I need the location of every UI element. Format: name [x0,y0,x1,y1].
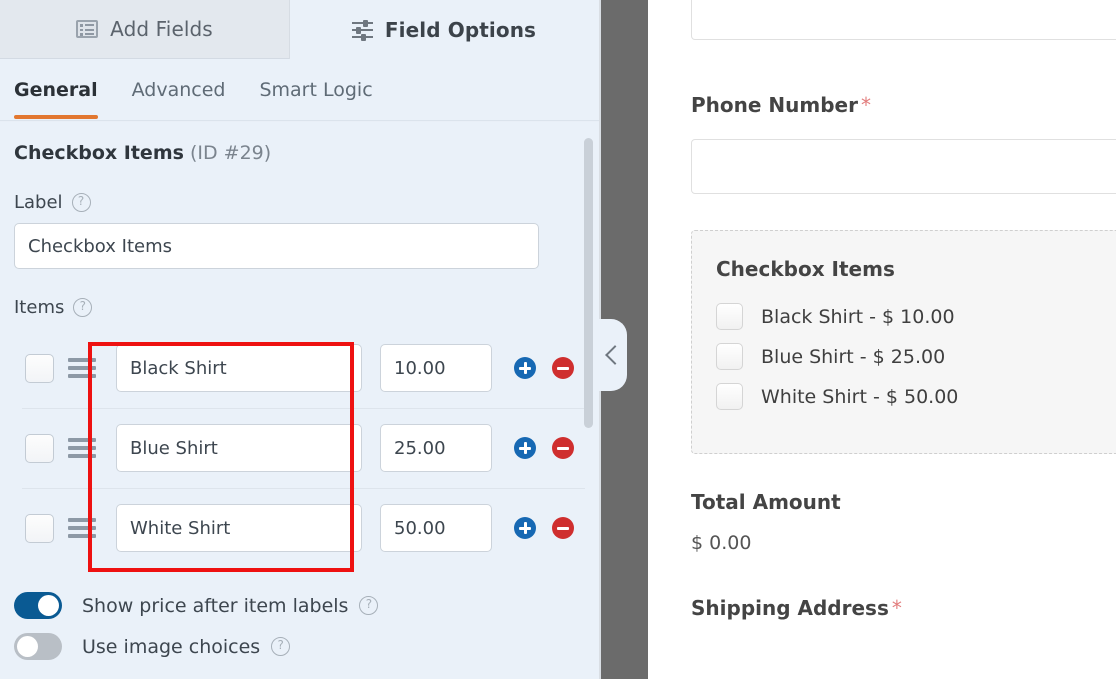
choice-default-checkbox[interactable] [25,354,54,383]
preview-choice-label: Blue Shirt - $ 25.00 [761,346,945,368]
image-choices-label-wrap: Use image choices ? [82,636,290,658]
show-price-label: Show price after item labels [82,595,348,617]
remove-choice-button[interactable] [552,437,574,459]
field-heading: Checkbox Items (ID #29) [14,142,583,164]
choice-label-input[interactable] [116,504,362,552]
preview-phone-label: Phone Number* [691,93,1116,117]
panel-scrollbar-thumb[interactable] [584,138,593,428]
preview-choice-item[interactable]: Blue Shirt - $ 25.00 [716,343,1116,370]
form-preview-inner: Phone Number* Checkbox Items Black Shirt… [648,0,1116,620]
sliders-icon [352,20,373,39]
choices-list [14,328,583,568]
choice-price-input[interactable] [380,344,492,392]
drag-handle-icon[interactable] [68,438,96,458]
list-icon [76,20,98,38]
form-builder-screen: Add Fields Field Options General Advance… [0,0,1116,679]
panel-tab-bar: Add Fields Field Options [0,0,599,59]
field-options-panel: Add Fields Field Options General Advance… [0,0,599,679]
choice-row [14,328,583,408]
required-asterisk: * [892,596,902,620]
label-option-text: Label [14,192,63,213]
preview-phone-label-text: Phone Number [691,93,858,117]
preview-shipping-label: Shipping Address* [691,596,1116,620]
preview-choice-label: White Shirt - $ 50.00 [761,386,958,408]
choice-label-input[interactable] [116,344,362,392]
collapse-panel-button[interactable] [599,319,627,391]
choice-default-checkbox[interactable] [25,514,54,543]
help-icon-label[interactable]: ? [72,193,91,212]
field-heading-name: Checkbox Items [14,142,184,164]
preview-choice-item[interactable]: White Shirt - $ 50.00 [716,383,1116,410]
help-icon-image-choices[interactable]: ? [271,637,290,656]
preview-field-above-input[interactable] [691,0,1116,40]
field-heading-id: (ID #29) [190,142,271,164]
choice-default-checkbox[interactable] [25,434,54,463]
preview-choice-label: Black Shirt - $ 10.00 [761,306,955,328]
toggle-row-show-price: Show price after item labels ? [14,592,583,619]
add-choice-button[interactable] [514,517,536,539]
sub-tab-bar: General Advanced Smart Logic [0,59,599,121]
drag-handle-icon[interactable] [68,518,96,538]
tab-add-fields-label: Add Fields [110,17,213,41]
choice-row [14,488,583,568]
items-option-text: Items [14,297,64,318]
image-choices-toggle[interactable] [14,633,62,660]
field-options-body: Checkbox Items (ID #29) Label ? Items ? [0,122,599,679]
panel-scrollbar[interactable] [584,138,593,653]
label-input[interactable] [14,223,539,269]
required-asterisk: * [861,93,871,117]
toggle-row-image-choices: Use image choices ? [14,633,583,660]
chevron-left-icon [605,345,625,365]
label-option-label: Label ? [14,192,583,213]
preview-checkbox-icon[interactable] [716,343,743,370]
preview-choice-item[interactable]: Black Shirt - $ 10.00 [716,303,1116,330]
help-icon-items[interactable]: ? [73,298,92,317]
tab-field-options-label: Field Options [385,18,536,42]
tab-field-options[interactable]: Field Options [289,0,599,59]
form-preview-panel: Phone Number* Checkbox Items Black Shirt… [648,0,1116,679]
image-choices-label: Use image choices [82,636,260,658]
add-choice-button[interactable] [514,437,536,459]
remove-choice-button[interactable] [552,517,574,539]
add-choice-button[interactable] [514,357,536,379]
preview-checkbox-icon[interactable] [716,383,743,410]
preview-phone-input[interactable] [691,139,1116,194]
preview-checkbox-icon[interactable] [716,303,743,330]
items-option-label: Items ? [14,297,583,318]
remove-choice-button[interactable] [552,357,574,379]
preview-total-label: Total Amount [691,490,1116,514]
choice-label-input[interactable] [116,424,362,472]
help-icon-show-price[interactable]: ? [359,596,378,615]
choice-row [14,408,583,488]
tab-separator [289,0,290,59]
choice-price-input[interactable] [380,424,492,472]
preview-shipping-label-text: Shipping Address [691,596,889,620]
preview-total-value: $ 0.00 [691,532,1116,554]
choice-price-input[interactable] [380,504,492,552]
subtab-advanced[interactable]: Advanced [132,61,226,119]
preview-checkbox-field[interactable]: Checkbox Items Black Shirt - $ 10.00 Blu… [691,230,1116,454]
show-price-label-wrap: Show price after item labels ? [82,595,378,617]
show-price-toggle[interactable] [14,592,62,619]
subtab-smart-logic[interactable]: Smart Logic [259,61,372,119]
drag-handle-icon[interactable] [68,358,96,378]
preview-checkbox-label: Checkbox Items [716,257,1116,281]
subtab-general[interactable]: General [14,61,98,119]
tab-add-fields[interactable]: Add Fields [0,0,289,59]
